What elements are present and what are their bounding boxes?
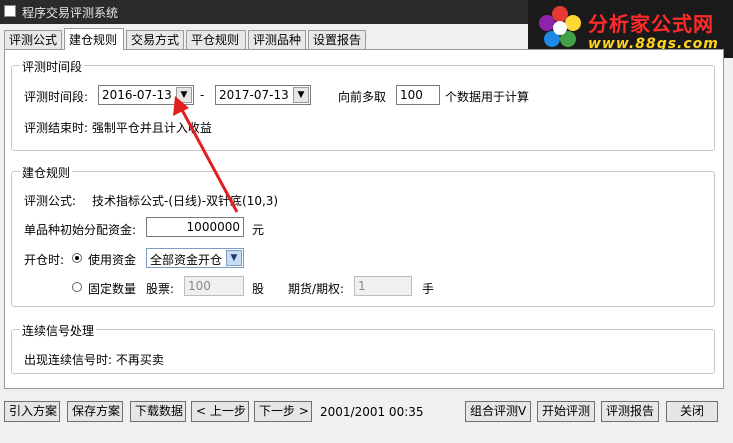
combo-evaluate-button[interactable]: 组合评测V xyxy=(465,401,531,422)
tab-close-rules[interactable]: 平仓规则 xyxy=(186,30,246,49)
flower-logo-icon xyxy=(539,6,581,47)
annotation-arrow-icon xyxy=(173,96,239,213)
tab-formula[interactable]: 评测公式 xyxy=(4,30,62,49)
next-step-button[interactable]: 下一步 > xyxy=(254,401,312,422)
window-title: 程序交易评测系统 xyxy=(22,6,119,20)
download-data-button[interactable]: 下载数据 xyxy=(130,401,186,422)
main-window: 程序交易评测系统 分析家公式网 www.88gs.com 评测公式 建仓规则 交… xyxy=(0,0,733,443)
app-icon xyxy=(4,5,16,17)
save-scheme-button[interactable]: 保存方案 xyxy=(67,401,123,422)
prev-step-button[interactable]: < 上一步 xyxy=(191,401,249,422)
tab-panel: 评测时间段 评测时间段: 2016-07-13 ▼ - 2017-07-13 ▼… xyxy=(4,49,724,389)
tab-instruments[interactable]: 评测品种 xyxy=(248,30,306,49)
tab-report-settings[interactable]: 设置报告 xyxy=(308,30,366,49)
import-scheme-button[interactable]: 引入方案 xyxy=(4,401,60,422)
evaluate-report-button[interactable]: 评测报告 xyxy=(601,401,659,422)
close-button[interactable]: 关闭 xyxy=(666,401,718,422)
status-text: 2001/2001 00:35 xyxy=(320,405,424,419)
logo-brand-text: 分析家公式网 xyxy=(588,12,714,36)
tab-trade-mode[interactable]: 交易方式 xyxy=(126,30,184,49)
tab-build-rules[interactable]: 建仓规则 xyxy=(64,28,124,50)
start-evaluate-button[interactable]: 开始评测 xyxy=(537,401,595,422)
